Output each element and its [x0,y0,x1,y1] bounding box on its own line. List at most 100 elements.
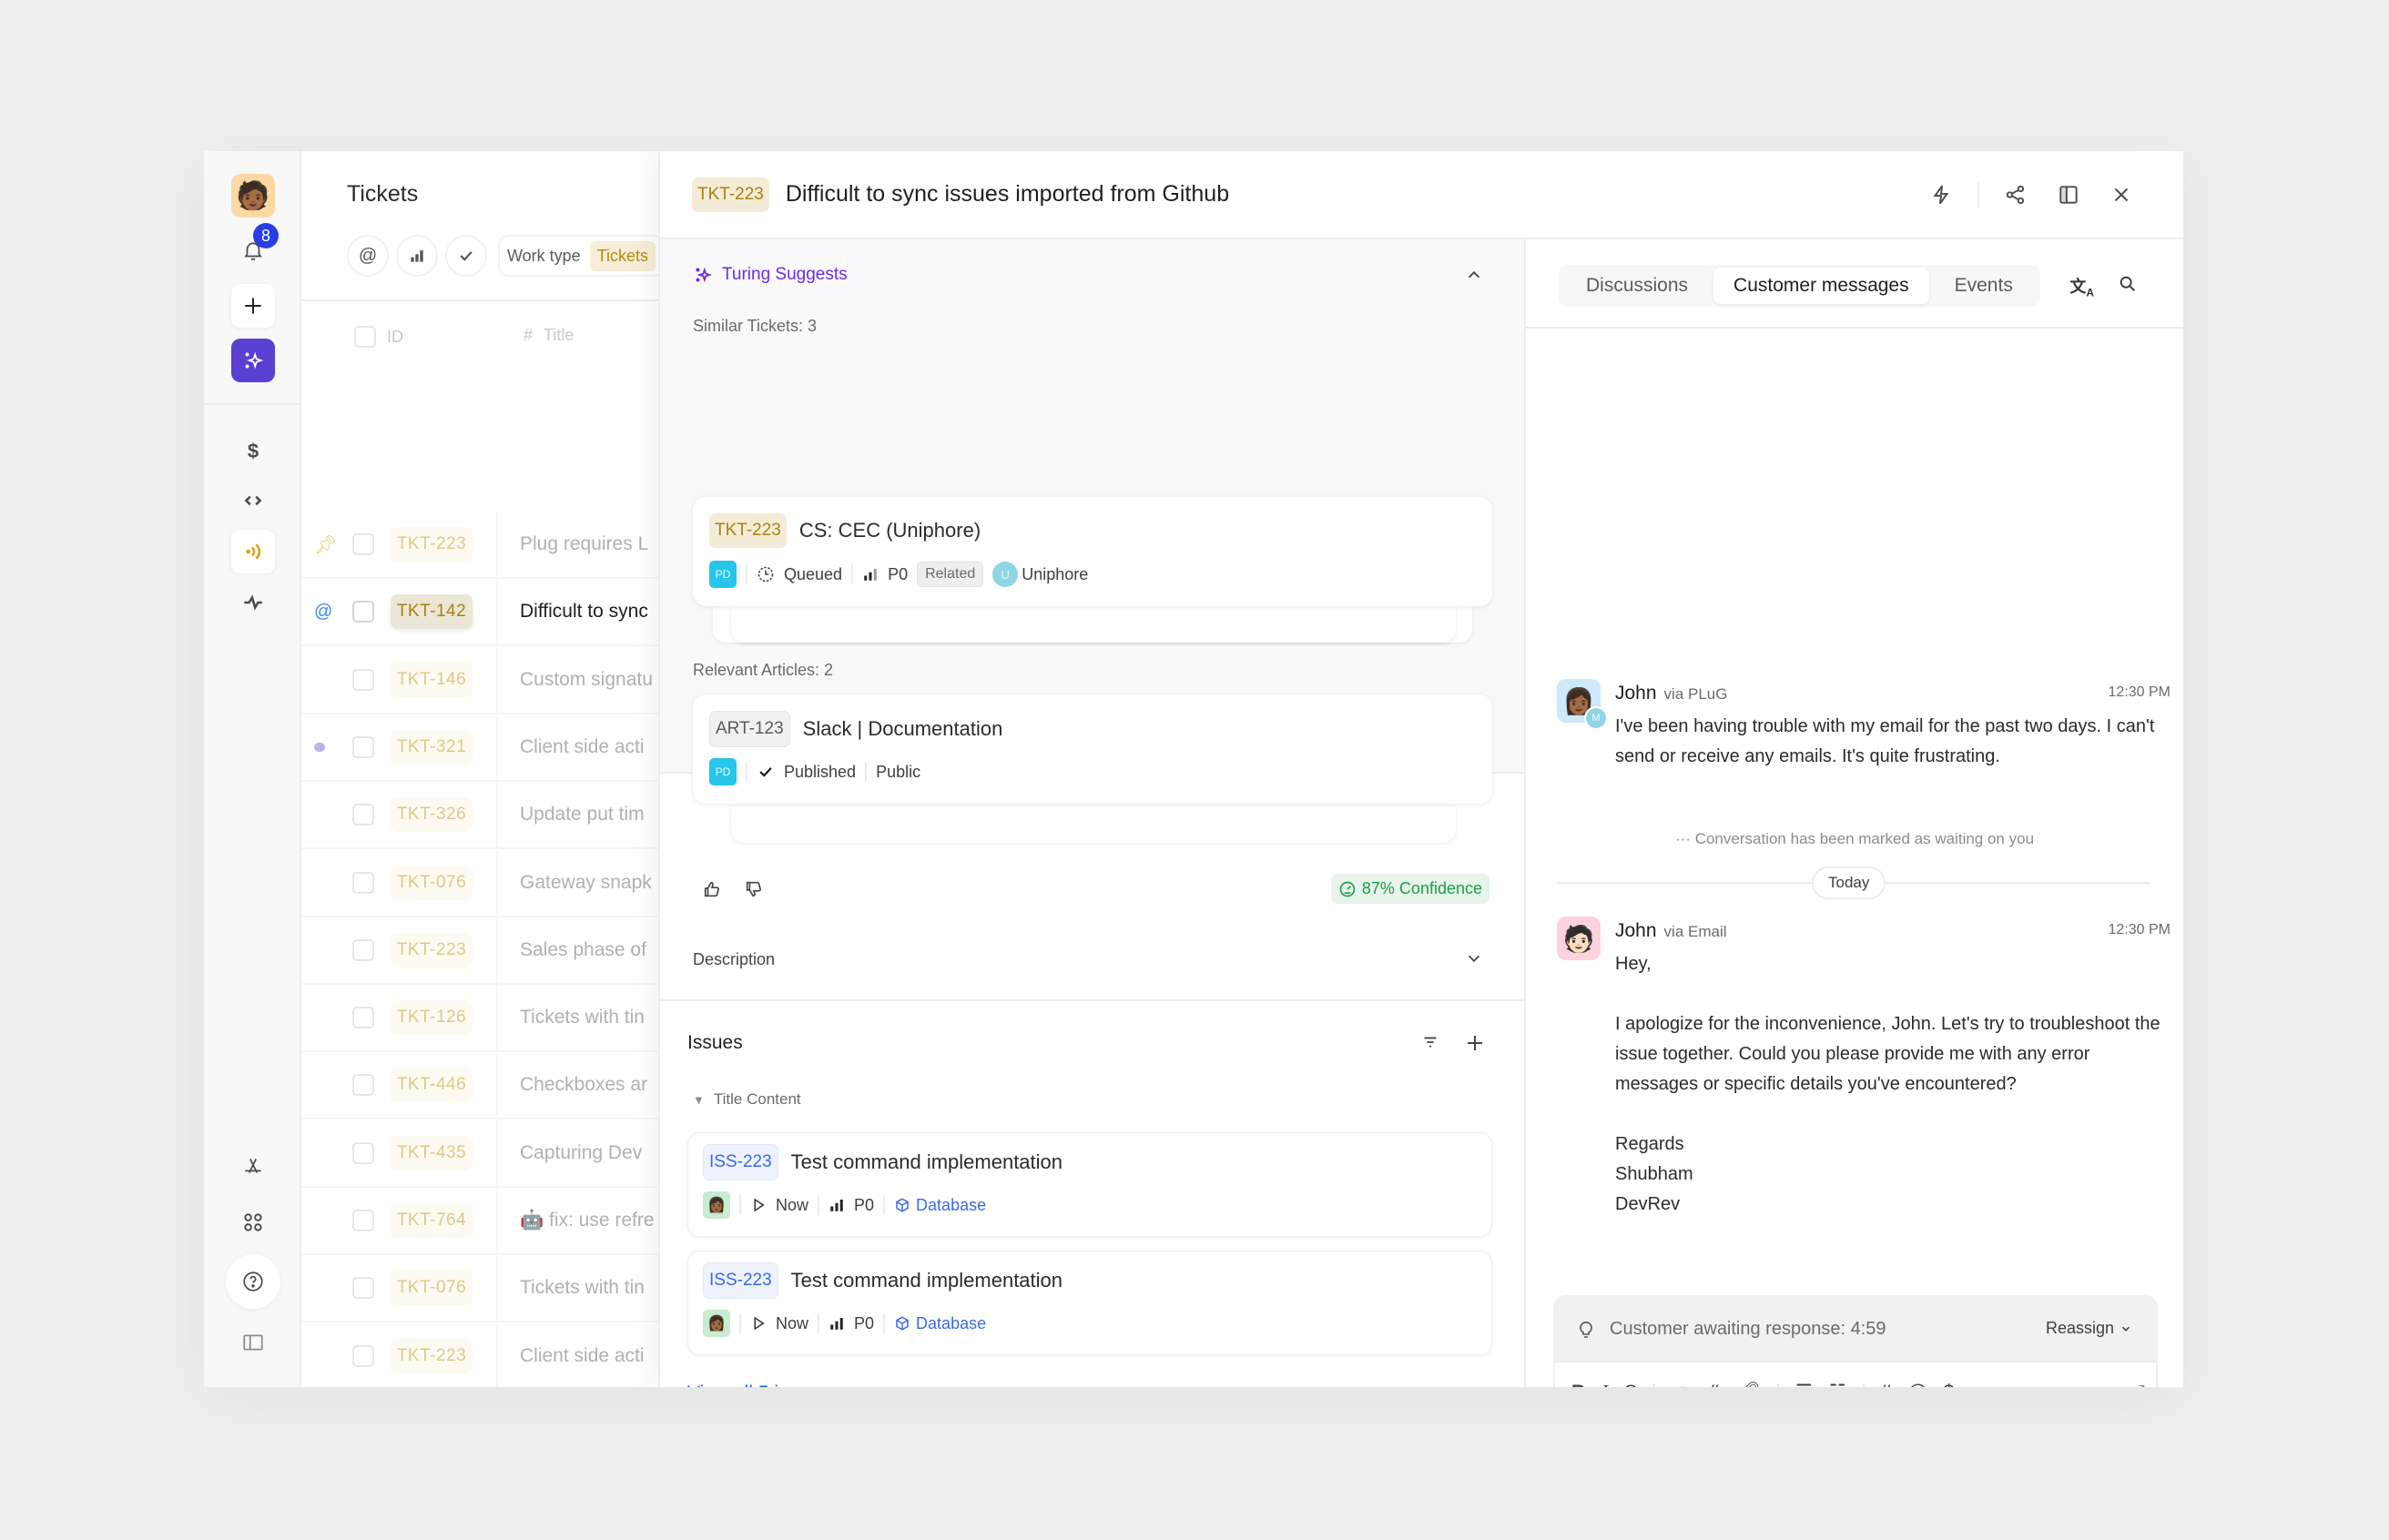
ticket-id[interactable]: TKT-126 [391,1000,473,1036]
ticket-id[interactable]: TKT-146 [391,662,473,697]
work-type-filter[interactable]: Work type Tickets [498,235,658,277]
code-icon[interactable]: <> [1672,1382,1694,1388]
turing-suggests-header[interactable]: Turing Suggests [693,265,848,285]
chevron-down-icon[interactable] [1464,948,1484,968]
hashtag-icon[interactable]: # [1881,1382,1892,1388]
italic-icon[interactable]: I [1601,1381,1608,1387]
row-checkbox[interactable] [352,804,374,826]
translate-icon[interactable]: 文A [2069,274,2094,299]
link-icon[interactable]: 🔗︎ [1736,1382,1761,1388]
ticket-title[interactable]: Tickets with tin [520,1277,645,1299]
close-button[interactable] [2105,178,2138,211]
relevant-article-card[interactable]: ART-123 Slack | Documentation PD Publish… [693,694,1492,804]
filter-status[interactable] [445,235,487,277]
ticket-id[interactable]: TKT-321 [391,729,473,765]
turing-ai-button[interactable] [231,339,275,382]
apps-button[interactable] [231,1201,275,1244]
filter-mentions[interactable]: @ [347,235,389,277]
row-checkbox[interactable] [352,1074,374,1097]
table-row[interactable]: 📌︎ TKT-223 Plug requires L [301,512,658,579]
dollar-icon[interactable]: $ [1944,1382,1955,1388]
ticket-id[interactable]: TKT-142 [391,594,473,630]
issue-card[interactable]: ISS-223 Test command implementation 👩🏾 Now P… [687,1251,1492,1355]
row-checkbox[interactable] [352,1210,374,1231]
ticket-id[interactable]: TKT-223 [391,932,473,968]
collapse-turing-button[interactable] [1464,265,1484,285]
ticket-id[interactable]: TKT-223 [391,527,473,562]
row-checkbox[interactable] [352,1141,374,1164]
row-checkbox[interactable] [352,938,374,961]
row-checkbox[interactable] [352,735,374,758]
numbered-list-icon[interactable]: ☷ [1829,1381,1846,1387]
ticket-title[interactable]: Gateway snapk [520,872,652,894]
table-row[interactable]: TKT-126 Tickets with tin [301,985,658,1053]
row-checkbox[interactable] [352,1344,374,1367]
help-button[interactable] [226,1254,280,1309]
ticket-title[interactable]: Update put tim [520,804,645,826]
table-row[interactable]: TKT-764 🤖 fix: use refre [301,1188,658,1255]
issue-part[interactable]: Database [894,1314,986,1333]
tab-discussions[interactable]: Discussions [1566,268,1708,304]
mention-icon[interactable]: @ [1907,1382,1926,1388]
row-checkbox[interactable] [352,1277,374,1300]
ticket-title[interactable]: Custom signatu [520,669,653,691]
ticket-title[interactable]: Capturing Dev [520,1142,642,1164]
tab-customer-messages[interactable]: Customer messages [1713,268,1929,304]
quote-icon[interactable]: “ [1711,1382,1721,1388]
ticket-title[interactable]: Tickets with tin [520,1007,645,1028]
ticket-id[interactable]: TKT-076 [391,865,473,900]
similar-ticket-card[interactable]: TKT-223 CS: CEC (Uniphore) PD Queued P0 … [693,497,1492,606]
thumbs-down-icon[interactable] [744,879,764,899]
ticket-title[interactable]: Plug requires L [520,533,648,555]
code-button[interactable] [231,479,275,522]
row-checkbox[interactable] [352,533,374,555]
signals-button[interactable] [231,530,275,573]
strikethrough-icon[interactable]: S [1624,1382,1637,1388]
issue-card[interactable]: ISS-223 Test command implementation 👩🏾 Now P… [687,1132,1492,1237]
table-row[interactable]: TKT-326 Update put tim [301,782,658,850]
row-checkbox[interactable] [352,1007,374,1029]
ticket-title[interactable]: 🤖 fix: use refre [520,1210,655,1231]
table-row[interactable]: TKT-223 Client side acti [301,1322,658,1387]
table-row[interactable]: TKT-076 Tickets with tin [301,1255,658,1323]
billing-button[interactable]: $ [231,430,275,473]
row-checkbox[interactable] [352,601,374,623]
table-row[interactable]: TKT-321 Client side acti [301,714,658,782]
ticket-title[interactable]: Sales phase of [520,939,646,961]
filter-priority[interactable] [396,235,438,277]
table-row[interactable]: TKT-446 Checkboxes ar [301,1052,658,1120]
expand-icon[interactable]: ⤢ [2130,1382,2145,1388]
issue-part[interactable]: Database [894,1196,986,1215]
table-row[interactable]: TKT-076 Gateway snapk [301,849,658,917]
ticket-id[interactable]: TKT-223 [391,1338,473,1373]
view-all-issues-link[interactable]: View all 5 issues [687,1383,829,1387]
table-row[interactable]: TKT-146 Custom signatu [301,646,658,714]
ticket-title[interactable]: Difficult to sync [520,601,648,623]
bullet-list-icon[interactable]: ☰ [1795,1381,1813,1387]
activity-button[interactable] [231,581,275,624]
table-row[interactable]: TKT-435 Capturing Dev [301,1120,658,1188]
ticket-id[interactable]: TKT-435 [391,1135,473,1170]
ticket-id[interactable]: TKT-764 [391,1203,473,1238]
ticket-title[interactable]: Client side acti [520,1345,645,1367]
thumbs-up-icon[interactable] [702,879,722,899]
create-button[interactable] [231,284,275,328]
add-issue-icon[interactable] [1464,1032,1486,1054]
row-checkbox[interactable] [352,871,374,894]
ticket-id[interactable]: TKT-446 [391,1068,473,1103]
ticket-title[interactable]: Client side acti [520,736,645,758]
toggle-panel-button[interactable] [2052,178,2085,211]
ticket-id[interactable]: TKT-076 [391,1271,473,1306]
row-checkbox[interactable] [352,668,374,691]
automation-button[interactable] [1925,178,1957,211]
issue-group-header[interactable]: ▼ Title Content [693,1090,801,1109]
user-avatar[interactable]: 🧑🏾 [231,174,275,218]
notifications-button[interactable]: 8 [231,223,279,272]
select-all-checkbox[interactable] [354,326,376,348]
tab-events[interactable]: Events [1935,268,2033,304]
marketplace-button[interactable] [231,1145,275,1189]
toggle-sidebar-button[interactable] [231,1321,275,1364]
ticket-id-badge[interactable]: TKT-223 [692,177,769,212]
bold-icon[interactable]: B [1571,1382,1585,1388]
reassign-dropdown[interactable]: Reassign [2046,1319,2132,1338]
